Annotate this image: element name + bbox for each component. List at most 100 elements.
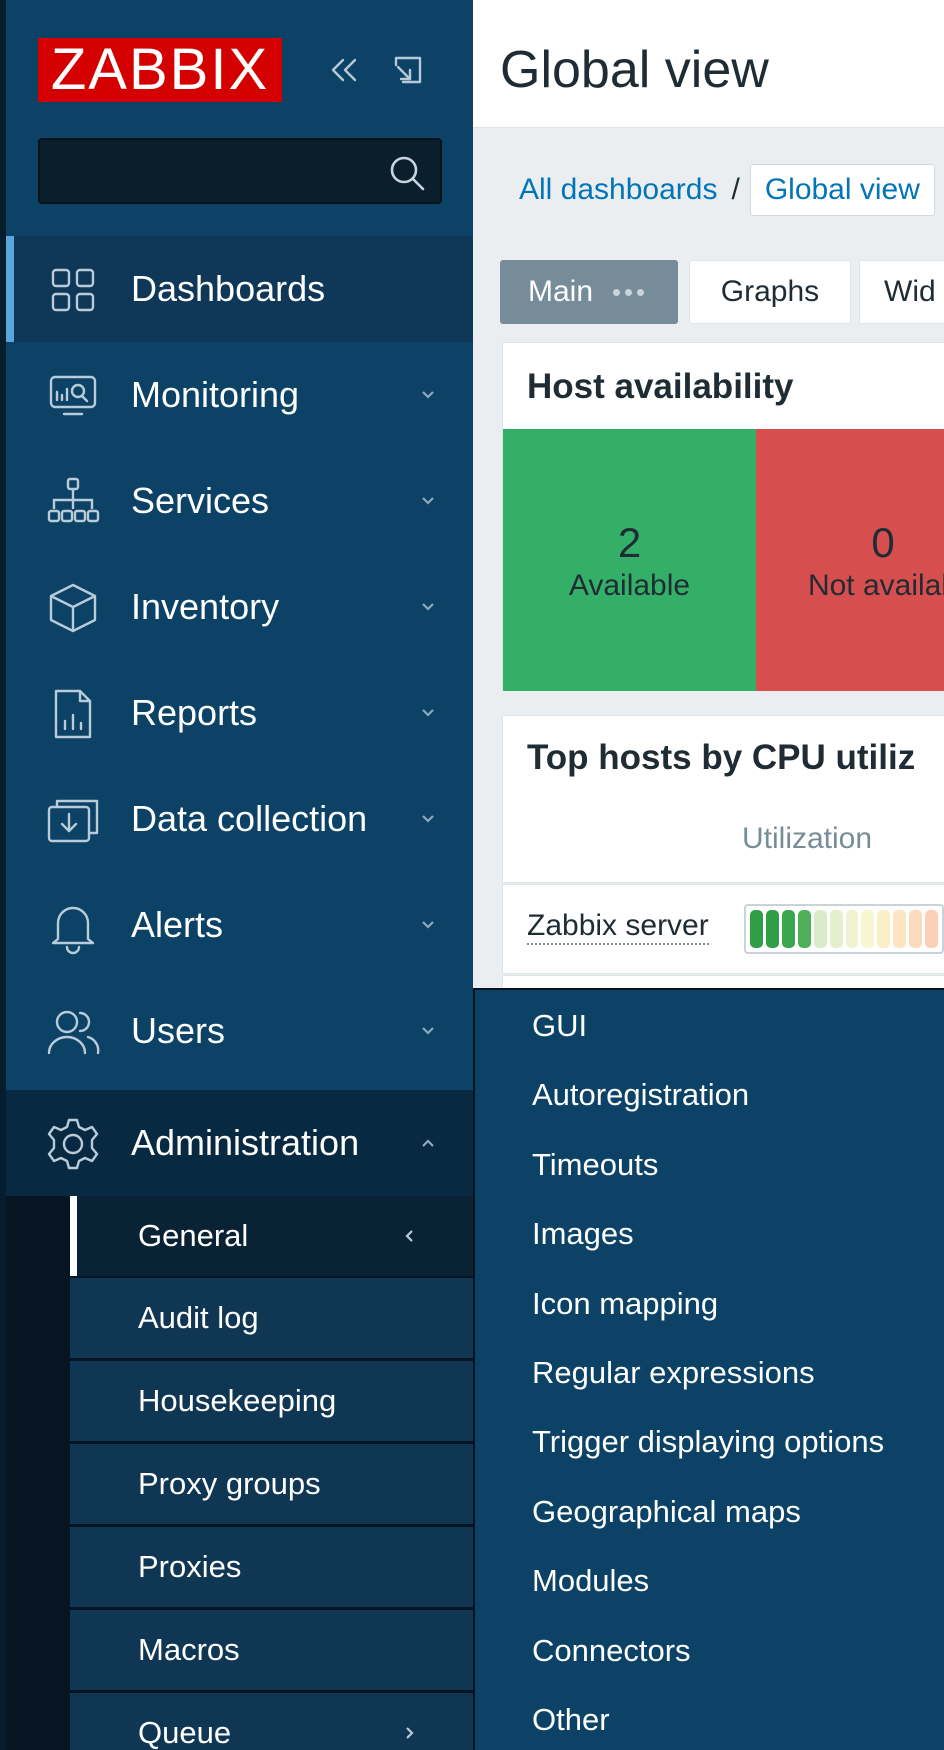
search-field[interactable] [38,138,442,204]
flyout-item-geographical-maps[interactable]: Geographical maps [532,1494,801,1530]
chevron-right-icon [399,1723,419,1743]
chevron-down-icon [417,914,439,936]
sidebar-item-users[interactable]: Users [6,978,473,1084]
chevron-left-icon [399,1226,419,1246]
tab-label: Wid [884,275,936,308]
breadcrumb-all-dashboards[interactable]: All dashboards [519,173,717,207]
submenu-item-label: Proxy groups [138,1466,321,1501]
search-icon[interactable] [386,152,428,194]
tab-widgets[interactable]: Wid [859,260,944,324]
flyout-item-icon-mapping[interactable]: Icon mapping [532,1286,718,1322]
sidebar-item-label: Data collection [131,798,368,839]
chevron-down-icon [417,1020,439,1042]
not-available-label: Not availab [807,569,944,602]
submenu-item-label: Audit log [138,1300,259,1335]
sidebar-item-administration[interactable]: Administration [6,1090,473,1196]
sidebar-item-reports[interactable]: Reports [6,660,473,766]
meter-segment [877,910,891,948]
sidebar-item-label: Reports [131,692,258,733]
dashboards-icon [44,261,102,319]
sidebar-item-label: Dashboards [131,268,326,309]
meter-segment [797,910,811,948]
tab-label: Graphs [720,275,820,308]
meter-segment [861,910,875,948]
chevron-down-icon [417,384,439,406]
sidebar-item-services[interactable]: Services [6,448,473,554]
not-available-hosts-cell[interactable]: 0 Not availab [756,429,944,691]
search-input[interactable] [40,140,440,202]
table-row: Zabbix server [502,884,944,974]
available-count: 2 [617,519,642,566]
meter-segment [845,910,859,948]
reports-icon [44,685,102,743]
top-hosts-widget: Top hosts by CPU utiliz [502,715,944,883]
tab-label: Main [528,275,594,308]
tab-graphs[interactable]: Graphs [689,260,851,324]
sidebar-item-inventory[interactable]: Inventory [6,554,473,660]
submenu-item-label: Queue [138,1715,232,1750]
submenu-item-audit-log[interactable]: Audit log [70,1278,473,1358]
sidebar-item-label: Administration [131,1122,360,1163]
sidebar-item-label: Inventory [131,586,280,627]
flyout-item-connectors[interactable]: Connectors [532,1633,691,1669]
submenu-item-proxy-groups[interactable]: Proxy groups [70,1444,473,1524]
data-collection-icon [44,791,102,849]
sidebar-item-label: Monitoring [131,374,300,415]
zabbix-logo[interactable]: ZABBIX [38,38,282,102]
available-label: Available [568,569,691,602]
breadcrumb-separator: / [731,173,740,206]
widget-title: Host availability [527,367,794,406]
flyout-item-gui[interactable]: GUI [532,1008,587,1044]
flyout-item-other[interactable]: Other [532,1702,610,1738]
not-available-count: 0 [871,519,895,566]
flyout-item-trigger-displaying-options[interactable]: Trigger displaying options [532,1424,884,1460]
gear-icon [44,1115,102,1173]
chevron-down-icon [417,702,439,724]
cpu-utilization-meter [744,904,944,954]
widget-title: Top hosts by CPU utiliz [527,738,916,777]
submenu-item-queue[interactable]: Queue [70,1693,473,1750]
flyout-item-autoregistration[interactable]: Autoregistration [532,1077,749,1113]
submenu-item-macros[interactable]: Macros [70,1610,473,1690]
tab-main[interactable]: Main [500,260,678,324]
submenu-item-proxies[interactable]: Proxies [70,1527,473,1607]
sidebar-item-data-collection[interactable]: Data collection [6,766,473,872]
meter-segment [893,910,907,948]
host-availability-widget: Host availability 2 Available 0 Not avai… [502,342,944,691]
submenu-item-general[interactable]: General [70,1196,473,1276]
submenu-item-label: Proxies [138,1549,242,1584]
collapse-sidebar-icon[interactable] [322,48,366,92]
more-options-icon[interactable] [613,288,645,296]
kiosk-mode-icon[interactable] [386,48,430,92]
sidebar: ZABBIX Dashboards Monitoring Services In… [0,0,473,1750]
chevron-down-icon [417,490,439,512]
sidebar-item-monitoring[interactable]: Monitoring [6,342,473,448]
utilization-column-header: Utilization [742,822,873,855]
flyout-item-modules[interactable]: Modules [532,1563,649,1599]
meter-segment [925,910,939,948]
meter-segment [765,910,779,948]
chevron-down-icon [417,596,439,618]
submenu-item-label: General [138,1218,249,1253]
host-link[interactable]: Zabbix server [527,909,709,945]
bell-icon [44,897,102,955]
flyout-item-regular-expressions[interactable]: Regular expressions [532,1355,815,1391]
submenu-item-label: Housekeeping [138,1383,337,1418]
services-icon [44,473,102,531]
chevron-up-icon [417,1132,439,1154]
available-hosts-cell[interactable]: 2 Available [503,429,756,691]
inventory-icon [44,579,102,637]
page-header: Global view [473,0,944,128]
page-title: Global view [500,41,769,99]
submenu-item-label: Macros [138,1632,240,1667]
meter-segment [829,910,843,948]
flyout-item-images[interactable]: Images [532,1216,634,1252]
meter-segment [813,910,827,948]
sidebar-item-label: Users [131,1010,226,1051]
sidebar-item-dashboards[interactable]: Dashboards [6,236,473,342]
flyout-item-timeouts[interactable]: Timeouts [532,1147,658,1183]
sidebar-item-alerts[interactable]: Alerts [6,872,473,978]
meter-segment [781,910,795,948]
breadcrumb-current-dashboard[interactable]: Global view [749,164,935,216]
submenu-item-housekeeping[interactable]: Housekeeping [70,1361,473,1441]
